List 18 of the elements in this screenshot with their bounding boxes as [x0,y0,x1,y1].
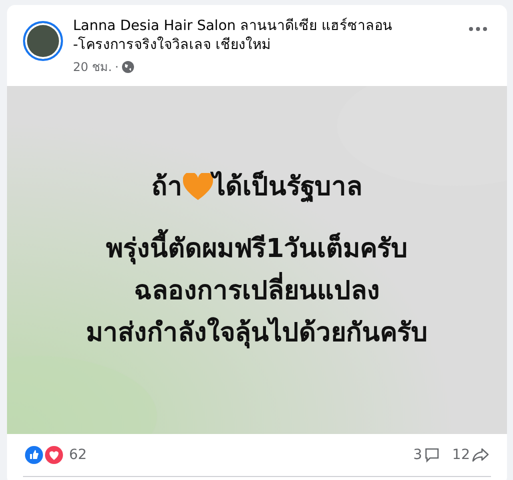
post-text: ถ้า [152,171,182,204]
post-text: มาส่งกำลังใจลุ้นไปด้วยกันครับ [86,316,428,350]
share-count[interactable]: 12 [452,447,470,463]
more-options-icon[interactable] [469,27,487,31]
reaction-count[interactable]: 62 [69,447,87,463]
like-icon [25,446,43,464]
author-name[interactable]: Lanna Desia Hair Salon ลานนาดีเซีย แฮร์ซาลอน -โครงการจริงใจวิลเลจ เชียงใหม่ [73,17,413,55]
share-icon[interactable] [472,447,489,463]
post-text: ฉลองการเปลี่ยนแปลง [134,272,380,310]
globe-icon [122,60,134,72]
avatar[interactable] [23,21,63,61]
post-time[interactable]: 20 ชม. [73,57,112,76]
comment-icon[interactable] [424,447,440,463]
post-text: พรุ่งนี้ตัดผมฟรี1วันเต็มครับ [106,230,408,268]
post-text: ได้เป็นรัฐบาล [212,168,362,206]
separator: · [114,60,119,74]
comment-count[interactable]: 3 [413,447,422,463]
love-icon [45,446,63,464]
